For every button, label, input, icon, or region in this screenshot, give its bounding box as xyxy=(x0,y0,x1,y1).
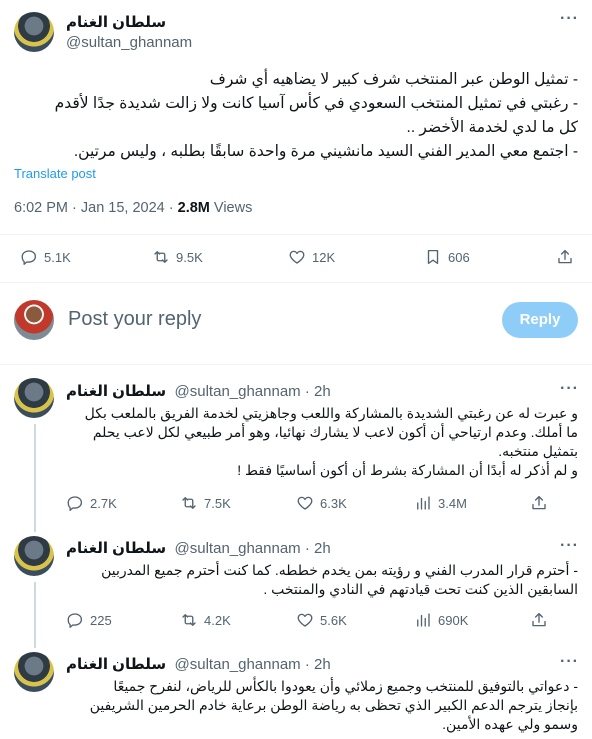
reply-line: بتمثيل منتخبه. xyxy=(498,443,578,459)
repost-icon xyxy=(154,251,168,263)
reply-avatar[interactable] xyxy=(14,652,54,692)
reply-button[interactable]: 2.7K xyxy=(66,494,117,512)
share-button[interactable] xyxy=(530,494,548,512)
timestamp-row: 6:02 PM · Jan 15, 2024 · 2.8M Views xyxy=(14,200,252,216)
reply-line: وسمو ولي عهده الأمين. xyxy=(442,716,578,732)
tweet-line: - رغبتي في تمثيل المنتخب السعودي في كأس … xyxy=(54,95,578,112)
like-button[interactable]: 12K xyxy=(288,248,335,266)
divider xyxy=(0,282,592,283)
views-button[interactable]: 3.4M xyxy=(414,494,467,512)
like-count: 5.6K xyxy=(320,612,347,628)
reply-text: - أحترم قرار المدرب الفني و رؤيته بمن يخ… xyxy=(66,561,578,599)
views-count: 690K xyxy=(438,612,469,628)
reply-line: - دعواتي بالتوفيق للمنتخب وجميع زملائي و… xyxy=(113,678,578,694)
repost-button[interactable]: 4.2K xyxy=(180,611,231,629)
reply-line: و لم أذكر له أبدًا أن المشاركة بشرط أن أ… xyxy=(237,462,578,478)
views-count: 2.8M xyxy=(177,200,210,216)
bookmark-count: 606 xyxy=(448,249,470,265)
tweet-line: كل ما لدي لخدمة الأخضر .. xyxy=(406,119,578,136)
user-avatar[interactable] xyxy=(14,300,54,340)
divider xyxy=(0,234,592,235)
reply-meta[interactable]: @sultan_ghannam · 2h xyxy=(175,383,331,400)
reply-count: 225 xyxy=(90,612,112,628)
repost-count: 9.5K xyxy=(176,249,203,265)
reply-text: - دعواتي بالتوفيق للمنتخب وجميع زملائي و… xyxy=(66,677,578,734)
author-avatar[interactable] xyxy=(14,12,54,52)
reply-line: ما أملك. وعدم ارتياحي أن أكون لاعب لا يش… xyxy=(92,424,578,440)
reply-header: سلطان الغنام @sultan_ghannam · 2h xyxy=(66,382,331,401)
reply-submit-button[interactable]: Reply xyxy=(502,302,578,338)
tweet-line: - تمثيل الوطن عبر المنتخب شرف كبير لا يض… xyxy=(209,71,578,88)
tweet-line: - اجتمع معي المدير الفني السيد مانشيني م… xyxy=(73,143,578,160)
reply-header: سلطان الغنام @sultan_ghannam · 2h xyxy=(66,655,331,674)
reply-meta[interactable]: @sultan_ghannam · 2h xyxy=(175,656,331,673)
reply-line: - أحترم قرار المدرب الفني و رؤيته بمن يخ… xyxy=(101,562,578,578)
reply-author-name[interactable]: سلطان الغنام xyxy=(66,540,166,557)
like-count: 12K xyxy=(312,249,336,265)
repost-icon xyxy=(182,614,196,626)
translate-link[interactable]: Translate post xyxy=(14,166,96,181)
share-icon xyxy=(532,495,546,510)
repost-button[interactable]: 7.5K xyxy=(180,494,231,512)
post-time[interactable]: 6:02 PM · Jan 15, 2024 · xyxy=(14,200,178,216)
reply-icon xyxy=(21,250,37,265)
more-options-icon[interactable]: ··· xyxy=(560,10,579,28)
reply-icon xyxy=(67,496,83,511)
reply-author-name[interactable]: سلطان الغنام xyxy=(66,656,166,673)
repost-count: 7.5K xyxy=(204,495,231,511)
views-icon xyxy=(417,496,430,510)
reply-avatar[interactable] xyxy=(14,536,54,576)
author-name[interactable]: سلطان الغنام xyxy=(66,13,166,31)
share-button[interactable] xyxy=(530,611,548,629)
share-icon xyxy=(558,249,572,264)
reply-button[interactable]: 5.1K xyxy=(20,248,71,266)
reply-meta[interactable]: @sultan_ghannam · 2h xyxy=(175,540,331,557)
reply-icon xyxy=(67,613,83,628)
thread-line xyxy=(34,582,36,648)
views-count: 3.4M xyxy=(438,495,467,511)
reply-line: بإنجاز يترجم الدعم الكبير الذي تحظى به ر… xyxy=(89,697,578,713)
heart-icon xyxy=(297,613,313,627)
share-button[interactable] xyxy=(556,248,574,266)
tweet-text: - تمثيل الوطن عبر المنتخب شرف كبير لا يض… xyxy=(14,68,578,164)
reply-count: 5.1K xyxy=(44,249,71,265)
like-button[interactable]: 5.6K xyxy=(296,611,347,629)
more-options-icon[interactable]: ··· xyxy=(560,653,579,671)
views-label: Views xyxy=(209,200,253,216)
bookmark-icon xyxy=(427,249,439,265)
thread-line xyxy=(34,424,36,532)
heart-icon xyxy=(297,496,313,510)
reply-button[interactable]: 225 xyxy=(66,611,112,629)
reply-line: السابقين الذين كنت تحت قيادتهم في النادي… xyxy=(263,581,578,597)
more-options-icon[interactable]: ··· xyxy=(560,537,579,555)
share-icon xyxy=(532,612,546,627)
views-button[interactable]: 690K xyxy=(414,611,468,629)
like-count: 6.3K xyxy=(320,495,347,511)
repost-count: 4.2K xyxy=(204,612,231,628)
reply-text: و عبرت له عن رغبتي الشديدة بالمشاركة وال… xyxy=(66,404,578,480)
like-button[interactable]: 6.3K xyxy=(296,494,347,512)
bookmark-button[interactable]: 606 xyxy=(424,248,470,266)
more-options-icon[interactable]: ··· xyxy=(560,380,579,398)
reply-count: 2.7K xyxy=(90,495,117,511)
reply-input[interactable]: Post your reply xyxy=(68,308,201,331)
reply-line: و عبرت له عن رغبتي الشديدة بالمشاركة وال… xyxy=(84,405,578,421)
heart-icon xyxy=(289,250,305,264)
reply-author-name[interactable]: سلطان الغنام xyxy=(66,383,166,400)
repost-icon xyxy=(182,497,196,509)
reply-avatar[interactable] xyxy=(14,378,54,418)
author-handle[interactable]: @sultan_ghannam xyxy=(66,34,192,51)
views-icon xyxy=(417,613,430,627)
divider xyxy=(0,364,592,365)
reply-header: سلطان الغنام @sultan_ghannam · 2h xyxy=(66,539,331,558)
repost-button[interactable]: 9.5K xyxy=(152,248,203,266)
